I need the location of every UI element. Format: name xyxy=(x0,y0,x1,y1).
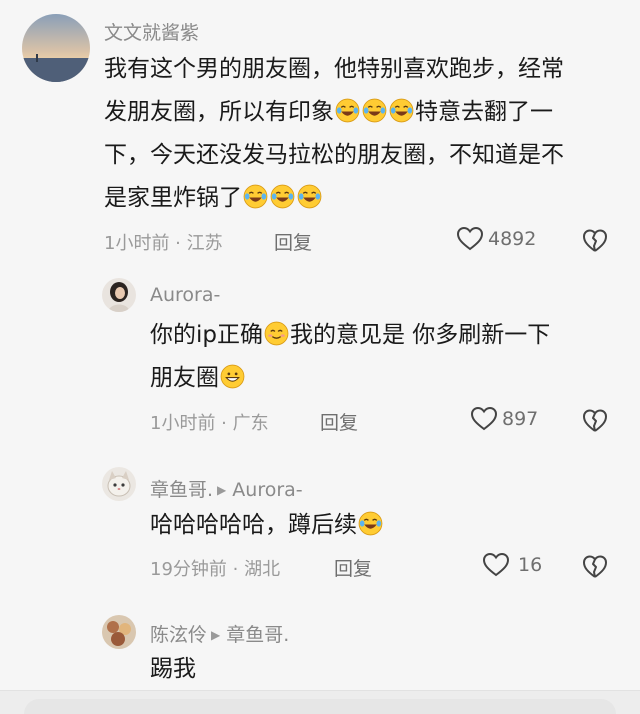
reply-button[interactable]: 回复 xyxy=(274,228,312,255)
comment-line: 你的ip正确 我的意见是 你多刷新一下 xyxy=(150,314,550,357)
comment-text: 是家里炸锅了 xyxy=(104,185,242,211)
comment-line: 踢我 xyxy=(150,648,196,691)
reply-arrow-icon: ▶ xyxy=(217,483,227,497)
cat-avatar-image xyxy=(102,467,136,501)
reply-target-name[interactable]: 章鱼哥. xyxy=(226,624,289,646)
like-count: 897 xyxy=(502,408,539,430)
heart-outline-icon xyxy=(456,226,484,251)
comment-line: 下，今天还没发马拉松的朋友圈，不知道是不 xyxy=(104,134,564,177)
comment-body: 踢我 xyxy=(150,648,196,691)
bottom-bar xyxy=(0,690,640,714)
broken-heart-icon[interactable] xyxy=(582,554,608,580)
laugh-cry-emoji-icon xyxy=(270,184,295,209)
broken-heart-icon[interactable] xyxy=(582,408,608,434)
grin-emoji-icon xyxy=(220,364,245,389)
laugh-cry-emoji-icon xyxy=(358,511,383,536)
avatar[interactable] xyxy=(22,14,90,82)
reply-arrow-icon: ▶ xyxy=(211,628,221,642)
comment-text: 我有这个男的朋友圈，他特别喜欢跑步，经常 xyxy=(104,56,564,82)
comment-line: 朋友圈 xyxy=(150,357,550,400)
comment-body: 哈哈哈哈哈，蹲后续 xyxy=(150,504,384,547)
like-button[interactable]: 4892 xyxy=(456,226,536,252)
comment-line: 哈哈哈哈哈，蹲后续 xyxy=(150,504,384,547)
comment-input-bar[interactable] xyxy=(24,699,616,714)
comment-time-location: 19分钟前 · 湖北 xyxy=(150,559,281,580)
heart-outline-icon xyxy=(482,552,510,577)
reply-button[interactable]: 回复 xyxy=(320,408,358,435)
comment-line: 发朋友圈，所以有印象 特意去翻了一 xyxy=(104,91,564,134)
comment-text: 特意去翻了一 xyxy=(415,99,553,125)
comment-username[interactable]: 章鱼哥. ▶ Aurora- xyxy=(150,475,303,502)
comment-username[interactable]: Aurora- xyxy=(150,284,220,306)
comment-text: 哈哈哈哈哈，蹲后续 xyxy=(150,512,357,538)
reply-button[interactable]: 回复 xyxy=(334,554,372,581)
reply-target-name[interactable]: Aurora- xyxy=(232,479,302,501)
broken-heart-icon[interactable] xyxy=(582,228,608,254)
food-avatar-image xyxy=(102,615,136,649)
comment-text: 发朋友圈，所以有印象 xyxy=(104,99,334,125)
comment-text: 朋友圈 xyxy=(150,365,219,391)
comment-username[interactable]: 陈泫伶 ▶ 章鱼哥. xyxy=(150,620,289,647)
avatar[interactable] xyxy=(102,467,136,501)
heart-outline-icon xyxy=(470,406,498,431)
comment-text: 你的ip正确 xyxy=(150,322,263,348)
author-name[interactable]: 陈泫伶 xyxy=(150,624,207,646)
like-count: 16 xyxy=(518,554,543,576)
comment-line: 是家里炸锅了 xyxy=(104,177,564,220)
comment-time-location: 1小时前 · 江苏 xyxy=(104,233,223,254)
comment-body: 你的ip正确 我的意见是 你多刷新一下朋友圈 xyxy=(150,314,550,400)
like-button[interactable]: 897 xyxy=(470,406,538,432)
laugh-cry-emoji-icon xyxy=(335,98,360,123)
smile-blush-emoji-icon xyxy=(264,321,289,346)
comment-body: 我有这个男的朋友圈，他特别喜欢跑步，经常 发朋友圈，所以有印象 特意去翻了一下，今天… xyxy=(104,48,564,220)
sunset-avatar-image xyxy=(22,14,90,82)
comment-time-location: 1小时前 · 广东 xyxy=(150,413,269,434)
author-name[interactable]: 章鱼哥. xyxy=(150,479,213,501)
like-button[interactable]: 16 xyxy=(482,552,542,578)
comment-line: 我有这个男的朋友圈，他特别喜欢跑步，经常 xyxy=(104,48,564,91)
girl-avatar-image xyxy=(102,278,136,312)
laugh-cry-emoji-icon xyxy=(362,98,387,123)
avatar[interactable] xyxy=(102,615,136,649)
comment-text: 踢我 xyxy=(150,656,196,682)
like-count: 4892 xyxy=(488,228,537,250)
laugh-cry-emoji-icon xyxy=(297,184,322,209)
comment-username[interactable]: 文文就酱紫 xyxy=(104,18,199,45)
laugh-cry-emoji-icon xyxy=(389,98,414,123)
comment-text: 我的意见是 你多刷新一下 xyxy=(290,322,551,348)
avatar[interactable] xyxy=(102,278,136,312)
laugh-cry-emoji-icon xyxy=(243,184,268,209)
comment-text: 下，今天还没发马拉松的朋友圈，不知道是不 xyxy=(104,142,564,168)
